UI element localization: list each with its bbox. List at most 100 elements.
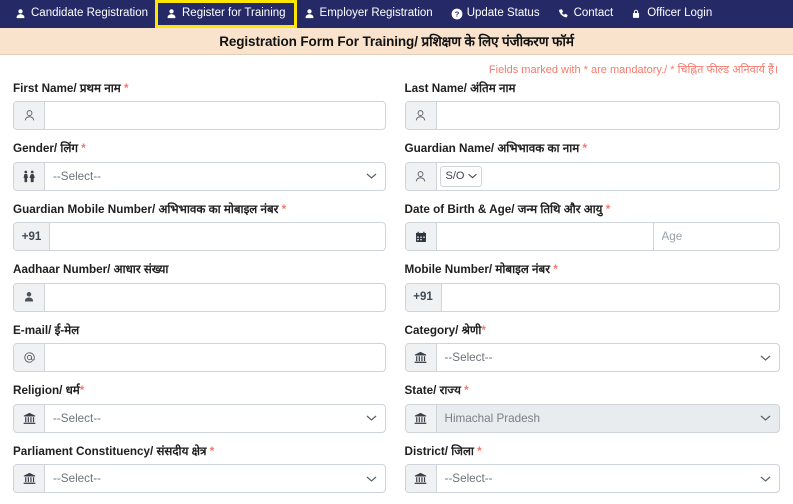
required-asterisk: * xyxy=(124,82,129,95)
label-parliament-constituency: Parliament Constituency/ संसदीय क्षेत्र … xyxy=(13,445,386,458)
form-row-religion-state: Religion/ धर्म* --Select-- State/ राज्य … xyxy=(13,384,780,432)
input-group-mobile: +91 xyxy=(405,283,781,312)
label-religion: Religion/ धर्म* xyxy=(13,384,386,397)
label-mobile: Mobile Number/ मोबाइल नंबर * xyxy=(405,263,781,276)
field-parliament-constituency: Parliament Constituency/ संसदीय क्षेत्र … xyxy=(13,445,397,493)
mobile-number-input[interactable] xyxy=(442,284,780,311)
bank-icon xyxy=(14,405,45,432)
field-mobile: Mobile Number/ मोबाइल नंबर * +91 xyxy=(397,263,781,311)
nav-item-contact[interactable]: Contact xyxy=(549,2,623,26)
label-text-email: E-mail/ ई-मेल xyxy=(13,324,79,337)
label-text-category: Category/ श्रेणी xyxy=(405,324,482,337)
parliament-constituency-select[interactable]: --Select-- xyxy=(45,472,385,485)
form-row-gender-guardian: Gender/ लिंग * --Select-- Guardian Name/… xyxy=(13,142,780,190)
user-outline-icon xyxy=(406,102,437,129)
page-title-banner: Registration Form For Training/ प्रशिक्ष… xyxy=(0,28,793,55)
nav-item-employer-registration[interactable]: Employer Registration xyxy=(295,2,442,26)
lock-icon xyxy=(631,8,642,20)
guardian-name-input[interactable] xyxy=(482,163,780,190)
nav-item-update-status[interactable]: ? Update Status xyxy=(442,2,549,26)
field-dob-age: Date of Birth & Age/ जन्म तिथि और आयु * xyxy=(397,203,781,251)
registration-form: Fields marked with * are mandatory./ * च… xyxy=(0,55,793,493)
parliament-constituency-select-wrapper: --Select-- xyxy=(45,465,385,492)
form-row-constituency-district: Parliament Constituency/ संसदीय क्षेत्र … xyxy=(13,445,780,493)
nav-label-register-for-training: Register for Training xyxy=(182,8,286,20)
label-text-guardian-mobile: Guardian Mobile Number/ अभिभावक का मोबाइ… xyxy=(13,203,278,216)
religion-select-wrapper: --Select-- xyxy=(45,405,385,432)
nav-item-candidate-registration[interactable]: Candidate Registration xyxy=(6,2,157,26)
label-text-gender: Gender/ लिंग xyxy=(13,142,78,155)
question-circle-icon: ? xyxy=(451,8,462,20)
user-icon xyxy=(166,8,177,20)
date-of-birth-input[interactable] xyxy=(437,223,653,250)
nav-item-register-for-training[interactable]: Register for Training xyxy=(157,2,295,26)
nav-label-employer-registration: Employer Registration xyxy=(320,8,433,20)
form-row-name: First Name/ प्रथम नाम * Last Name/ अंतिम… xyxy=(13,82,780,130)
label-text-district: District/ जिला xyxy=(405,445,474,458)
guardian-relation-select[interactable]: S/O xyxy=(441,170,481,182)
field-category: Category/ श्रेणी* --Select-- xyxy=(397,324,781,372)
category-select[interactable]: --Select-- xyxy=(437,351,780,364)
religion-select[interactable]: --Select-- xyxy=(45,412,385,425)
mandatory-fields-note: Fields marked with * are mandatory./ * च… xyxy=(13,55,780,82)
required-asterisk: * xyxy=(282,203,287,216)
nav-label-contact: Contact xyxy=(574,8,614,20)
form-row-email-category: E-mail/ ई-मेल Category/ श्रेणी* --Select… xyxy=(13,324,780,372)
user-outline-icon xyxy=(14,102,45,129)
svg-text:?: ? xyxy=(454,10,459,19)
field-last-name: Last Name/ अंतिम नाम xyxy=(397,82,781,130)
district-select[interactable]: --Select-- xyxy=(437,472,780,485)
gender-select-wrapper: --Select-- xyxy=(45,163,385,190)
input-group-state: Himachal Pradesh xyxy=(405,404,781,433)
field-district: District/ जिला * --Select-- xyxy=(397,445,781,493)
guardian-mobile-input[interactable] xyxy=(50,223,385,250)
country-code-prefix: +91 xyxy=(406,284,442,311)
label-state: State/ राज्य * xyxy=(405,384,781,397)
email-input[interactable] xyxy=(45,344,385,371)
input-group-guardian-name: S/O xyxy=(405,162,781,191)
label-category: Category/ श्रेणी* xyxy=(405,324,781,337)
required-asterisk: * xyxy=(210,445,215,458)
form-row-guardian-mobile-dob: Guardian Mobile Number/ अभिभावक का मोबाइ… xyxy=(13,203,780,251)
bank-icon xyxy=(406,465,437,492)
calendar-icon xyxy=(406,223,437,250)
input-group-category: --Select-- xyxy=(405,343,781,372)
user-icon xyxy=(304,8,315,20)
user-icon xyxy=(15,8,26,20)
gender-restroom-icon xyxy=(14,163,45,190)
label-last-name: Last Name/ अंतिम नाम xyxy=(405,82,781,95)
required-asterisk: * xyxy=(477,445,482,458)
input-group-district: --Select-- xyxy=(405,464,781,493)
required-asterisk: * xyxy=(553,263,558,276)
bank-icon xyxy=(406,405,437,432)
country-code-prefix: +91 xyxy=(14,223,50,250)
label-gender: Gender/ लिंग * xyxy=(13,142,386,155)
state-select: Himachal Pradesh xyxy=(437,412,780,425)
required-asterisk: * xyxy=(583,142,588,155)
nav-item-officer-login[interactable]: Officer Login xyxy=(622,2,721,26)
label-guardian-name: Guardian Name/ अभिभावक का नाम * xyxy=(405,142,781,155)
label-email: E-mail/ ई-मेल xyxy=(13,324,386,337)
field-email: E-mail/ ई-मेल xyxy=(13,324,397,372)
gender-select[interactable]: --Select-- xyxy=(45,170,385,183)
required-asterisk: * xyxy=(481,324,486,337)
required-asterisk: * xyxy=(80,384,85,397)
field-gender: Gender/ लिंग * --Select-- xyxy=(13,142,397,190)
input-group-parliament-constituency: --Select-- xyxy=(13,464,386,493)
label-guardian-mobile: Guardian Mobile Number/ अभिभावक का मोबाइ… xyxy=(13,203,386,216)
field-first-name: First Name/ प्रथम नाम * xyxy=(13,82,397,130)
label-first-name: First Name/ प्रथम नाम * xyxy=(13,82,386,95)
district-select-wrapper: --Select-- xyxy=(437,465,780,492)
category-select-wrapper: --Select-- xyxy=(437,344,780,371)
label-text-aadhaar: Aadhaar Number/ आधार संख्या xyxy=(13,263,168,276)
user-outline-icon xyxy=(406,163,437,190)
user-solid-icon xyxy=(14,284,45,311)
age-input[interactable] xyxy=(654,223,780,250)
label-text-last-name: Last Name/ अंतिम नाम xyxy=(405,82,516,95)
nav-label-candidate-registration: Candidate Registration xyxy=(31,8,148,20)
first-name-input[interactable] xyxy=(45,102,385,129)
label-aadhaar: Aadhaar Number/ आधार संख्या xyxy=(13,263,386,276)
aadhaar-number-input[interactable] xyxy=(45,284,385,311)
last-name-input[interactable] xyxy=(437,102,780,129)
nav-label-update-status: Update Status xyxy=(467,8,540,20)
